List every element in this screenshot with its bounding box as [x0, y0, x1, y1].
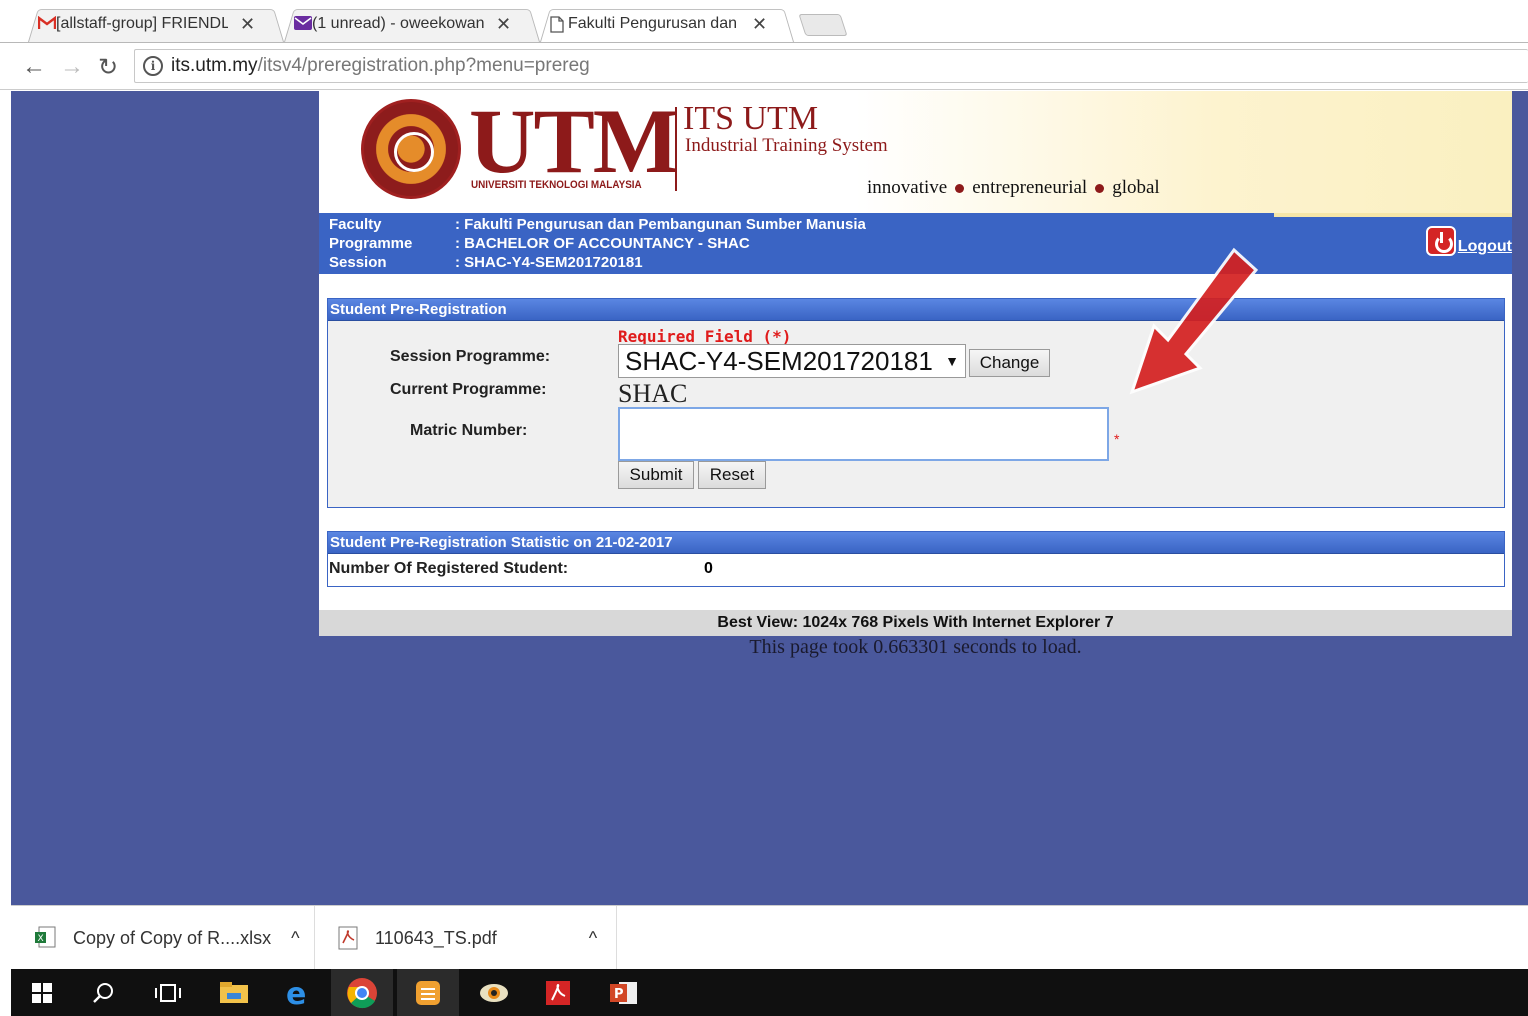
mail-icon — [294, 16, 312, 32]
logo-divider — [675, 107, 677, 191]
tab-active-fakulti[interactable]: Fakulti Pengurusan dan P ✕ — [540, 6, 794, 43]
best-view-footer: Best View: 1024x 768 Pixels With Interne… — [319, 610, 1512, 636]
search-icon[interactable] — [73, 969, 135, 1016]
session-value: : SHAC-Y4-SEM201720181 — [455, 254, 643, 271]
pre-registration-panel: Student Pre-Registration Required Field … — [327, 298, 1505, 508]
downloads-bar: X Copy of Copy of R....xlsx ^ 110643_TS.… — [11, 905, 1528, 970]
windows-start-icon[interactable] — [11, 969, 73, 1016]
current-programme-value: SHAC — [618, 379, 688, 408]
download-filename: Copy of Copy of R....xlsx — [73, 927, 272, 948]
bullet-dot-icon — [1095, 183, 1105, 193]
notes-app-icon[interactable] — [397, 969, 459, 1016]
bullet-dot-icon — [955, 183, 965, 193]
tagline-word: global — [1112, 177, 1160, 198]
session-label: Session — [329, 254, 387, 271]
back-arrow-icon[interactable]: ← — [22, 53, 46, 81]
power-icon[interactable] — [1425, 226, 1456, 256]
close-icon[interactable]: ✕ — [240, 14, 255, 35]
logout-button[interactable]: Logout — [1425, 226, 1512, 256]
tagline-word: entrepreneurial — [972, 177, 1088, 198]
session-programme-label: Session Programme: — [390, 348, 551, 365]
chevron-up-icon[interactable]: ^ — [291, 928, 299, 949]
matric-number-input[interactable] — [618, 407, 1109, 461]
registered-count-value: 0 — [704, 560, 713, 577]
tab-strip: [allstaff-group] FRIENDLY ✕ (1 unread) -… — [0, 0, 1528, 44]
tab-title: [allstaff-group] FRIENDLY — [56, 15, 228, 32]
session-programme-select[interactable]: SHAC-Y4-SEM201720181 ▼ — [618, 344, 966, 378]
forward-arrow-icon[interactable]: → — [60, 53, 84, 81]
faculty-row: Faculty : Fakulti Pengurusan dan Pembang… — [329, 216, 866, 233]
powerpoint-icon[interactable]: P — [593, 969, 655, 1016]
faculty-value: : Fakulti Pengurusan dan Pembangunan Sum… — [455, 216, 866, 233]
info-icon[interactable]: i — [143, 56, 163, 76]
svg-text:P: P — [614, 987, 624, 1002]
download-item-pdf[interactable]: 110643_TS.pdf ^ — [337, 906, 617, 970]
tab-mail[interactable]: (1 unread) - oweekowang ✕ — [284, 6, 540, 43]
download-item-xlsx[interactable]: X Copy of Copy of R....xlsx ^ — [35, 906, 315, 970]
session-row: Session : SHAC-Y4-SEM201720181 — [329, 254, 643, 271]
system-subtitle: Industrial Training System — [685, 135, 888, 156]
page-load-time: This page took 0.663301 seconds to load. — [749, 636, 1082, 658]
task-view-icon[interactable] — [137, 969, 199, 1016]
media-app-icon[interactable] — [463, 969, 525, 1016]
submit-button[interactable]: Submit — [618, 461, 694, 489]
page-icon — [550, 16, 568, 33]
new-tab-button[interactable] — [798, 14, 848, 36]
programme-value: : BACHELOR OF ACCOUNTANCY - SHAC — [455, 235, 750, 252]
acrobat-icon[interactable] — [527, 969, 589, 1016]
selected-session: SHAC-Y4-SEM201720181 — [625, 346, 933, 376]
close-icon[interactable]: ✕ — [496, 14, 511, 35]
statistics-panel: Student Pre-Registration Statistic on 21… — [327, 531, 1505, 587]
reload-icon[interactable]: ↻ — [98, 53, 118, 82]
red-annotation-arrow-icon — [1129, 247, 1259, 395]
excel-file-icon: X — [35, 926, 57, 950]
reset-button[interactable]: Reset — [698, 461, 766, 489]
edge-icon[interactable]: e — [267, 969, 329, 1016]
required-asterisk: * — [1114, 431, 1120, 447]
panel-heading: Student Pre-Registration — [328, 299, 1504, 321]
user-info-bar: Faculty : Fakulti Pengurusan dan Pembang… — [319, 213, 1512, 274]
browser-toolbar: ← → ↻ i its.utm.my/itsv4/preregistration… — [0, 43, 1528, 90]
tagline-word: innovative — [867, 177, 948, 198]
header-banner: UTM UNIVERSITI TEKNOLOGI MALAYSIA ITS UT… — [319, 91, 1512, 213]
current-programme-label: Current Programme: — [390, 381, 547, 398]
browser-window: [allstaff-group] FRIENDLY ✕ (1 unread) -… — [0, 0, 1528, 1016]
logout-link[interactable]: Logout — [1458, 238, 1512, 256]
programme-row: Programme : BACHELOR OF ACCOUNTANCY - SH… — [329, 235, 750, 252]
faculty-label: Faculty — [329, 216, 382, 233]
svg-text:X: X — [38, 934, 44, 944]
tab-title: (1 unread) - oweekowang — [312, 15, 484, 32]
svg-text:e: e — [286, 978, 306, 1008]
programme-label: Programme — [329, 235, 413, 252]
tab-title: Fakulti Pengurusan dan P — [568, 15, 740, 32]
url-host: its.utm.my — [171, 55, 258, 76]
matric-number-label: Matric Number: — [410, 422, 528, 439]
url-path: /itsv4/preregistration.php?menu=prereg — [257, 55, 590, 76]
registered-count-label: Number Of Registered Student: — [329, 560, 569, 577]
utm-logo-text: UTM — [469, 90, 680, 192]
windows-taskbar: e P — [11, 969, 1528, 1016]
main-content: Student Pre-Registration Required Field … — [319, 274, 1512, 610]
chevron-up-icon[interactable]: ^ — [589, 928, 597, 949]
chrome-icon[interactable] — [331, 969, 393, 1016]
system-title: ITS UTM — [683, 100, 819, 137]
tagline: innovative entrepreneurial global — [867, 177, 1160, 199]
download-filename: 110643_TS.pdf — [375, 927, 497, 948]
pdf-file-icon — [337, 926, 359, 950]
panel-heading: Student Pre-Registration Statistic on 21… — [328, 532, 1504, 554]
tab-gmail[interactable]: [allstaff-group] FRIENDLY ✕ — [28, 6, 284, 43]
close-icon[interactable]: ✕ — [752, 14, 767, 35]
change-button[interactable]: Change — [969, 349, 1050, 377]
address-bar[interactable]: i its.utm.my/itsv4/preregistration.php?m… — [134, 49, 1528, 83]
utm-seal-logo — [361, 99, 461, 199]
site-container: UTM UNIVERSITI TEKNOLOGI MALAYSIA ITS UT… — [319, 91, 1512, 636]
dropdown-arrow-icon[interactable]: ▼ — [945, 345, 959, 377]
file-explorer-icon[interactable] — [203, 969, 265, 1016]
gmail-icon — [37, 15, 57, 32]
utm-logo-subtext: UNIVERSITI TEKNOLOGI MALAYSIA — [471, 179, 642, 191]
page-content: UTM UNIVERSITI TEKNOLOGI MALAYSIA ITS UT… — [11, 91, 1528, 905]
